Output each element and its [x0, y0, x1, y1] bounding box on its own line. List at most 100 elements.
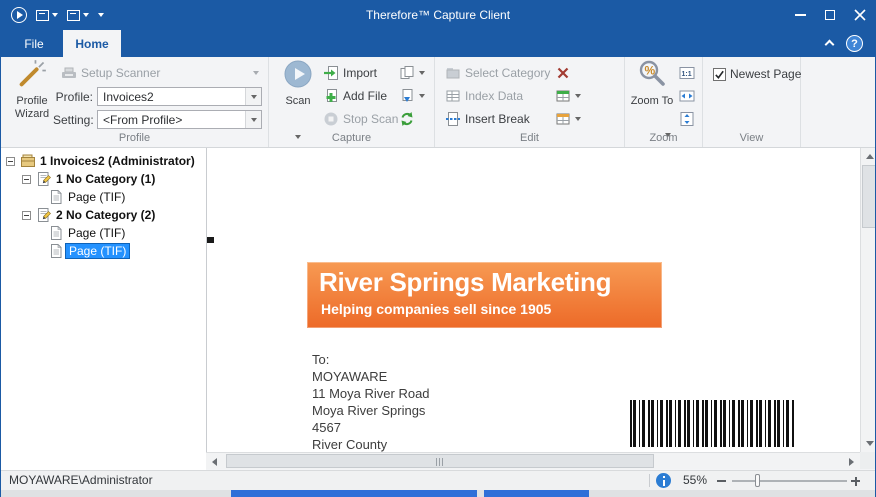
quick-access-toolbar [11, 0, 104, 30]
quick-access-scan-icon[interactable] [11, 7, 27, 23]
horizontal-scrollbar-thumb[interactable] [226, 454, 654, 468]
banner-title: River Springs Marketing [307, 262, 662, 298]
fit-width-icon [679, 88, 695, 104]
vertical-scrollbar[interactable] [860, 148, 876, 452]
scroll-right-button[interactable] [843, 453, 860, 470]
tree-collapse-icon[interactable] [22, 175, 31, 184]
profile-combobox-arrow[interactable] [245, 88, 261, 105]
tree-item-category-2[interactable]: 2 No Category (2) [1, 206, 206, 224]
zoom-magnifier-icon: % [637, 59, 667, 89]
address-line: 11 Moya River Road [312, 385, 430, 402]
insert-break-options-button[interactable] [555, 110, 581, 128]
help-button[interactable]: ? [846, 35, 863, 52]
svg-text:1:1: 1:1 [682, 71, 692, 78]
checkbox-checked-icon [713, 68, 726, 81]
taskbar-sliver [1, 490, 875, 497]
group-label-capture: Capture [269, 132, 434, 144]
setup-scanner-label: Setup Scanner [81, 66, 160, 80]
scroll-left-button[interactable] [206, 453, 223, 470]
ribbon-tab-bar: File Home ? [1, 30, 875, 57]
collapse-ribbon-button[interactable] [823, 38, 835, 50]
insert-break-label: Insert Break [465, 112, 530, 126]
scroll-up-button[interactable] [861, 148, 876, 165]
document-viewer[interactable]: River Springs Marketing Helping companie… [206, 148, 860, 452]
ribbon-group-capture: Scan Import Add File [269, 57, 435, 147]
tree-item-label: 2 No Category (2) [56, 208, 155, 222]
stop-scan-label: Stop Scan [343, 112, 398, 126]
import-button[interactable]: Import [323, 64, 377, 82]
zoom-in-button[interactable] [851, 477, 860, 486]
arrow-right-icon [849, 458, 854, 466]
index-data-button[interactable]: Index Data [445, 87, 523, 105]
tree-item-category-1[interactable]: 1 No Category (1) [1, 170, 206, 188]
stop-scan-button[interactable]: Stop Scan [323, 110, 398, 128]
page-icon [48, 225, 64, 241]
setting-combobox-arrow[interactable] [245, 111, 261, 128]
barcode-image [630, 400, 794, 447]
clear-category-button[interactable] [555, 64, 571, 82]
category-tag-icon [445, 65, 461, 81]
zoom-slider-thumb[interactable] [755, 474, 760, 487]
group-label-zoom: Zoom [625, 132, 702, 144]
tree-item-batch[interactable]: 1 Invoices2 (Administrator) [1, 152, 206, 170]
tree-item-label: 1 Invoices2 (Administrator) [40, 154, 195, 168]
tree-collapse-icon[interactable] [22, 211, 31, 220]
chevron-down-icon [83, 13, 89, 17]
scroll-down-button[interactable] [861, 435, 876, 452]
quick-access-save-button[interactable] [36, 10, 58, 21]
quick-access-toolbar-menu-icon[interactable] [98, 13, 104, 17]
tab-file[interactable]: File [9, 30, 59, 57]
scanner-icon [61, 65, 77, 81]
setup-scanner-dropdown-icon[interactable] [253, 71, 259, 75]
tree-item-label: 1 No Category (1) [56, 172, 155, 186]
index-data-options-button[interactable] [555, 87, 581, 105]
tree-item-page[interactable]: Page (TIF) [1, 224, 206, 242]
setup-scanner-button[interactable]: Setup Scanner [61, 64, 160, 82]
vertical-scrollbar-thumb[interactable] [862, 165, 876, 228]
clear-category-icon [555, 65, 571, 81]
setting-combobox[interactable]: <From Profile> [97, 110, 262, 129]
maximize-button[interactable] [815, 0, 845, 30]
close-button[interactable] [845, 0, 875, 30]
append-page-button[interactable] [399, 64, 425, 82]
tree-item-page[interactable]: Page (TIF) [1, 188, 206, 206]
refresh-button[interactable] [399, 110, 415, 128]
chevron-down-icon [575, 117, 581, 121]
insert-page-button[interactable] [399, 87, 425, 105]
profile-combobox-value: Invoices2 [98, 90, 245, 104]
add-file-button[interactable]: Add File [323, 87, 387, 105]
info-icon[interactable] [656, 473, 671, 488]
maximize-icon [825, 10, 835, 20]
quick-access-send-button[interactable] [67, 10, 89, 21]
zoom-slider-track[interactable] [732, 480, 847, 482]
batch-icon [20, 153, 36, 169]
fit-width-button[interactable] [679, 87, 695, 105]
arrow-down-icon [866, 441, 874, 446]
fit-page-button[interactable] [679, 110, 695, 128]
taskbar-segment [484, 490, 589, 497]
select-category-button[interactable]: Select Category [445, 64, 550, 82]
window-controls [785, 0, 875, 30]
zoom-out-button[interactable] [717, 480, 726, 482]
pages-icon [399, 65, 415, 81]
newest-page-label: Newest Page [730, 67, 801, 81]
add-file-label: Add File [343, 89, 387, 103]
actual-size-button[interactable]: 1:1 [679, 64, 695, 82]
chevron-down-icon [419, 71, 425, 75]
profile-wizard-label: Profile Wizard [7, 95, 57, 121]
import-icon [323, 65, 339, 81]
insert-break-button[interactable]: Insert Break [445, 110, 530, 128]
newest-page-checkbox[interactable]: Newest Page [713, 65, 801, 83]
table-orange-icon [555, 111, 571, 127]
address-line: River County [312, 436, 430, 452]
tree-item-page-selected[interactable]: Page (TIF) [1, 242, 206, 260]
zoom-percentage: 55% [683, 471, 707, 490]
tab-home[interactable]: Home [63, 30, 121, 57]
tree-collapse-icon[interactable] [6, 157, 15, 166]
profile-combobox[interactable]: Invoices2 [97, 87, 262, 106]
minimize-button[interactable] [785, 0, 815, 30]
group-label-edit: Edit [435, 132, 624, 144]
page-icon [48, 189, 64, 205]
address-line: MOYAWARE [312, 368, 430, 385]
horizontal-scrollbar[interactable] [206, 452, 860, 469]
